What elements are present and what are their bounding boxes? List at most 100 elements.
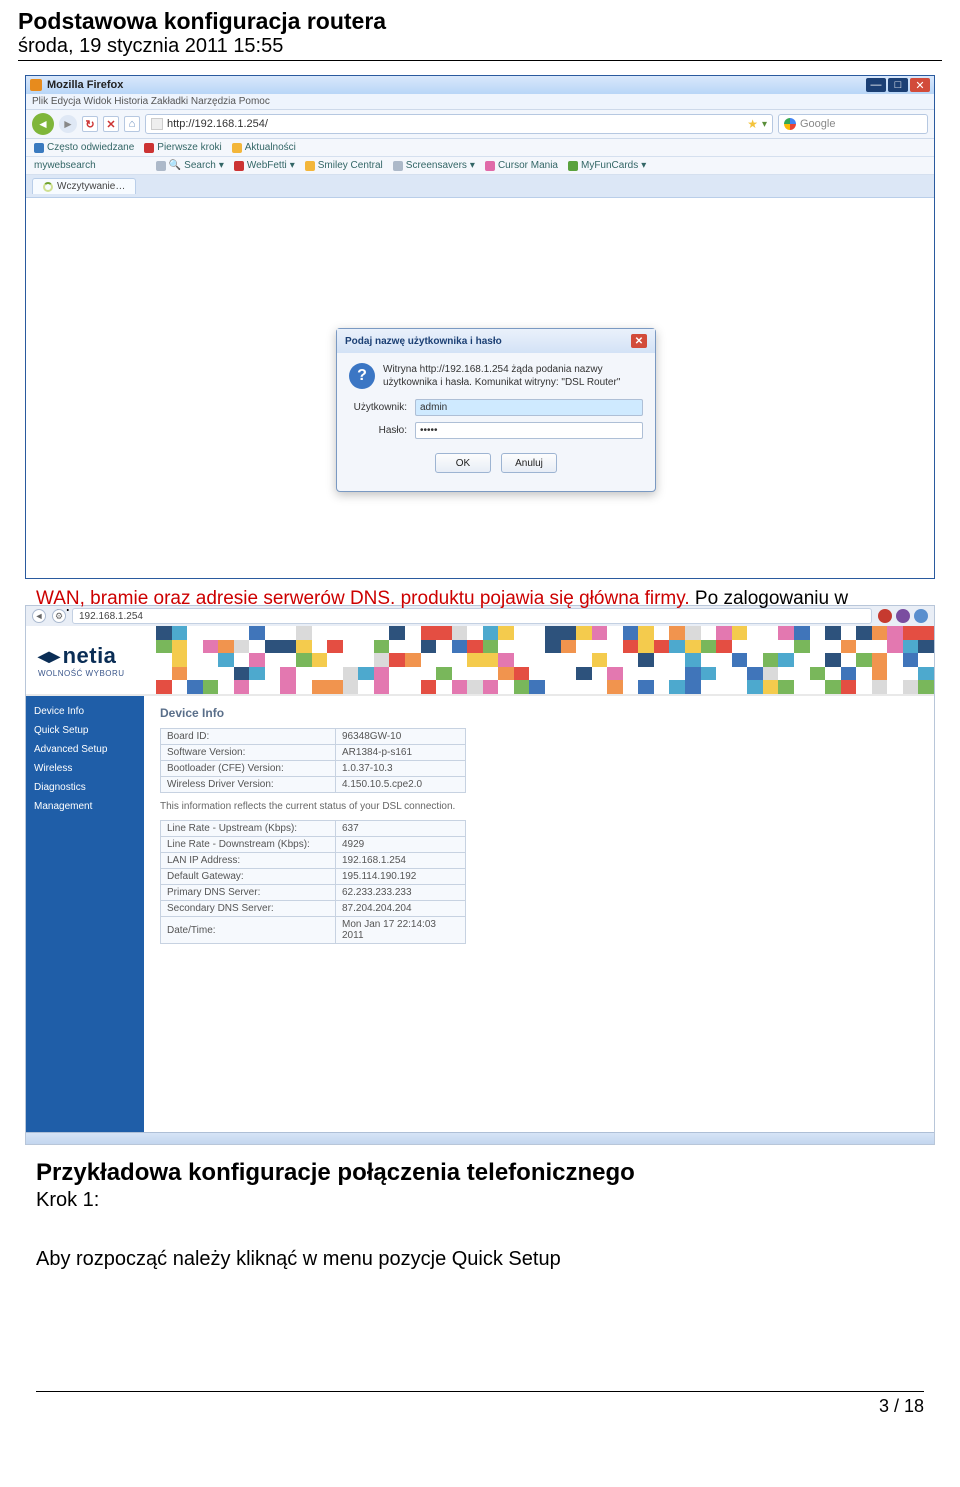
reload-button[interactable]: ↻ [82,116,98,132]
search-placeholder: Google [800,118,835,130]
cell-key: Software Version: [161,745,336,761]
auth-cancel-button[interactable]: Anuluj [501,453,557,473]
table-row: Line Rate - Downstream (Kbps):4929 [161,837,466,853]
stop-button[interactable]: ✕ [103,116,119,132]
mywebsearch-toolbar: mywebsearch 🔍 Search ▾ WebFetti ▾ Smiley… [26,157,934,175]
toolbar-item[interactable]: MyFunCards ▾ [568,160,646,171]
cell-value: 4.150.10.5.cpe2.0 [336,777,466,793]
netia-tagline: WOLNOŚĆ WYBORU [38,669,125,678]
section-title: Device Info [160,706,918,720]
sidebar-item-advanced-setup[interactable]: Advanced Setup [26,740,144,759]
home-button[interactable]: ⌂ [124,116,140,132]
bookmark-item[interactable]: Pierwsze kroki [144,142,221,153]
toolbar-item[interactable]: 🔍 Search ▾ [156,160,224,171]
auth-password-input[interactable]: ••••• [415,422,643,439]
cell-value: 1.0.37-10.3 [336,761,466,777]
bookmarks-toolbar: Często odwiedzane Pierwsze kroki Aktualn… [26,139,934,157]
mini-back-icon[interactable]: ◄ [32,609,46,623]
mini-address-bar[interactable]: 192.168.1.254 [72,608,872,624]
router-sidebar: Device Info Quick Setup Advanced Setup W… [26,696,144,1132]
cell-key: Secondary DNS Server: [161,901,336,917]
cell-value: 87.204.204.204 [336,901,466,917]
sidebar-item-management[interactable]: Management [26,797,144,816]
cell-key: Primary DNS Server: [161,885,336,901]
toolbar-brand[interactable]: mywebsearch [34,160,96,171]
browser-mini-toolbar: ◄ ⚙ 192.168.1.254 [26,606,934,626]
firefox-titlebar: Mozilla Firefox — □ ✕ [26,76,934,94]
body-paragraph: Aby rozpocząć należy kliknąć w menu pozy… [36,1248,924,1271]
doc-title: Podstawowa konfiguracja routera [18,8,942,35]
sidebar-item-diagnostics[interactable]: Diagnostics [26,778,144,797]
sidebar-item-device-info[interactable]: Device Info [26,702,144,721]
cell-value: 4929 [336,837,466,853]
auth-user-label: Użytkownik: [349,402,407,413]
page-number: 3 / 18 [879,1396,924,1417]
minimize-button[interactable]: — [866,78,886,92]
loading-spinner-icon [43,182,53,192]
toolbar-red-icon[interactable] [878,609,892,623]
cell-value: 637 [336,821,466,837]
status-note: This information reflects the current st… [160,801,918,812]
table-row: Secondary DNS Server:87.204.204.204 [161,901,466,917]
cell-value: 96348GW-10 [336,729,466,745]
cell-value: 195.114.190.192 [336,869,466,885]
search-box[interactable]: Google [778,114,928,134]
toolbar-purple-icon[interactable] [896,609,910,623]
router-statusbar [26,1132,934,1144]
cell-key: Default Gateway: [161,869,336,885]
cell-key: Board ID: [161,729,336,745]
dsl-status-table: Line Rate - Upstream (Kbps):637Line Rate… [160,820,466,944]
toolbar-item[interactable]: Smiley Central [305,160,383,171]
url-bar[interactable]: http://192.168.1.254/ ★ ▾ [145,114,773,134]
firefox-navbar: ◄ ► ↻ ✕ ⌂ http://192.168.1.254/ ★ ▾ Goog… [26,109,934,139]
table-row: Bootloader (CFE) Version:1.0.37-10.3 [161,761,466,777]
question-icon: ? [349,363,375,389]
sidebar-item-wireless[interactable]: Wireless [26,759,144,778]
table-row: Date/Time:Mon Jan 17 22:14:03 2011 [161,917,466,944]
firefox-window-title: Mozilla Firefox [47,79,861,91]
toolbar-item[interactable]: WebFetti ▾ [234,160,295,171]
sidebar-item-quick-setup[interactable]: Quick Setup [26,721,144,740]
auth-username-input[interactable]: admin [415,399,643,416]
toolbar-item[interactable]: Cursor Mania [485,160,558,171]
doc-date: środa, 19 stycznia 2011 15:55 [18,35,942,58]
header-mosaic-graphic [156,626,934,694]
cell-value: 192.168.1.254 [336,853,466,869]
firefox-menubar[interactable]: Plik Edycja Widok Historia Zakładki Narz… [26,94,934,109]
cell-key: Bootloader (CFE) Version: [161,761,336,777]
url-dropdown-icon[interactable]: ▾ [762,119,767,130]
cell-key: Date/Time: [161,917,336,944]
router-main: Device Info Board ID:96348GW-10Software … [144,696,934,1132]
table-row: Primary DNS Server:62.233.233.233 [161,885,466,901]
browser-tab[interactable]: Wczytywanie… [32,178,136,194]
bookmark-item[interactable]: Często odwiedzane [34,142,134,153]
url-text: http://192.168.1.254/ [167,118,743,130]
tab-strip: Wczytywanie… [26,175,934,198]
auth-dialog-title: Podaj nazwę użytkownika i hasło [345,336,502,347]
table-row: Line Rate - Upstream (Kbps):637 [161,821,466,837]
back-button[interactable]: ◄ [32,113,54,135]
cell-key: Wireless Driver Version: [161,777,336,793]
doc-header: Podstawowa konfiguracja routera środa, 1… [18,8,942,61]
bookmark-item[interactable]: Aktualności [232,142,296,153]
toolbar-item[interactable]: Screensavers ▾ [393,160,475,171]
cell-key: Line Rate - Upstream (Kbps): [161,821,336,837]
table-row: Board ID:96348GW-10 [161,729,466,745]
close-button[interactable]: ✕ [910,78,930,92]
cell-value: AR1384-p-s161 [336,745,466,761]
mini-tool-icon[interactable]: ⚙ [52,609,66,623]
device-info-table: Board ID:96348GW-10Software Version:AR13… [160,728,466,793]
auth-pass-label: Hasło: [349,425,407,436]
maximize-button[interactable]: □ [888,78,908,92]
step-label: Krok 1: [36,1189,924,1212]
auth-ok-button[interactable]: OK [435,453,491,473]
table-row: Software Version:AR1384-p-s161 [161,745,466,761]
router-header: netia WOLNOŚĆ WYBORU [26,626,934,696]
cell-key: Line Rate - Downstream (Kbps): [161,837,336,853]
auth-close-button[interactable]: ✕ [631,334,647,348]
forward-button[interactable]: ► [59,115,77,133]
toolbar-blue-icon[interactable] [914,609,928,623]
bookmark-star-icon[interactable]: ★ [747,117,758,131]
firefox-window: Mozilla Firefox — □ ✕ Plik Edycja Widok … [25,75,935,579]
google-icon [784,118,796,130]
